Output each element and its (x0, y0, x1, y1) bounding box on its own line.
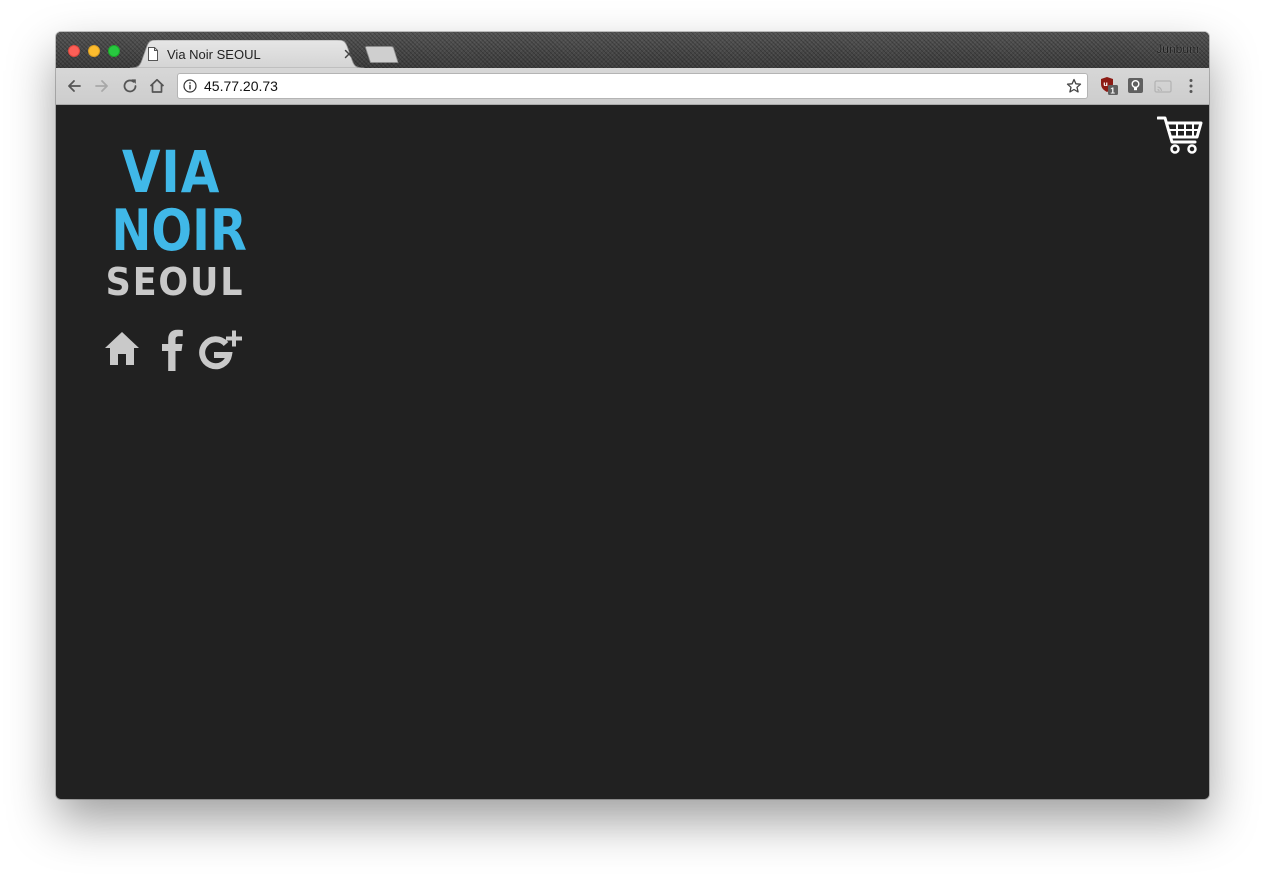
logo-line-via: VIA (121, 138, 221, 206)
logo-line-noir: NOIR (111, 198, 247, 264)
reload-icon[interactable] (121, 77, 139, 95)
tab-close-icon[interactable] (342, 47, 356, 61)
browser-window: Via Noir SEOUL Junbum 45.77.20.73 u 1 VI… (56, 32, 1209, 799)
back-arrow-icon[interactable] (65, 77, 83, 95)
site-info-icon[interactable] (183, 79, 197, 93)
logo-line-seoul: SEOUL (105, 260, 245, 304)
shopping-cart-icon[interactable] (1157, 115, 1203, 155)
page-viewport: VIA NOIR SEOUL (56, 105, 1209, 799)
google-plus-icon[interactable] (195, 329, 245, 371)
window-minimize-button[interactable] (88, 45, 100, 57)
forward-arrow-icon[interactable] (93, 77, 111, 95)
browser-toolbar: 45.77.20.73 u 1 (56, 68, 1209, 105)
page-icon (148, 47, 158, 61)
svg-text:u: u (1103, 80, 1108, 88)
window-close-button[interactable] (68, 45, 80, 57)
ublock-icon[interactable]: u 1 (1099, 76, 1119, 96)
menu-dots-icon[interactable] (1181, 76, 1201, 96)
window-maximize-button[interactable] (108, 45, 120, 57)
via-noir-logo[interactable]: VIA NOIR SEOUL (100, 138, 247, 304)
lightbulb-icon[interactable] (1126, 76, 1146, 96)
new-tab-button[interactable] (365, 46, 399, 64)
facebook-icon[interactable] (156, 329, 186, 371)
tab-active[interactable]: Via Noir SEOUL (130, 40, 364, 68)
profile-name[interactable]: Junbum (1156, 42, 1199, 56)
ublock-badge: 1 (1110, 86, 1115, 96)
home-button-icon[interactable] (148, 77, 166, 95)
cast-icon[interactable] (1153, 76, 1173, 96)
address-bar[interactable]: 45.77.20.73 (177, 73, 1088, 99)
url-text: 45.77.20.73 (204, 78, 278, 94)
home-icon[interactable] (103, 329, 141, 367)
tab-strip: Via Noir SEOUL Junbum (56, 32, 1209, 68)
tab-title: Via Noir SEOUL (167, 47, 261, 62)
bookmark-star-icon[interactable] (1066, 78, 1082, 94)
